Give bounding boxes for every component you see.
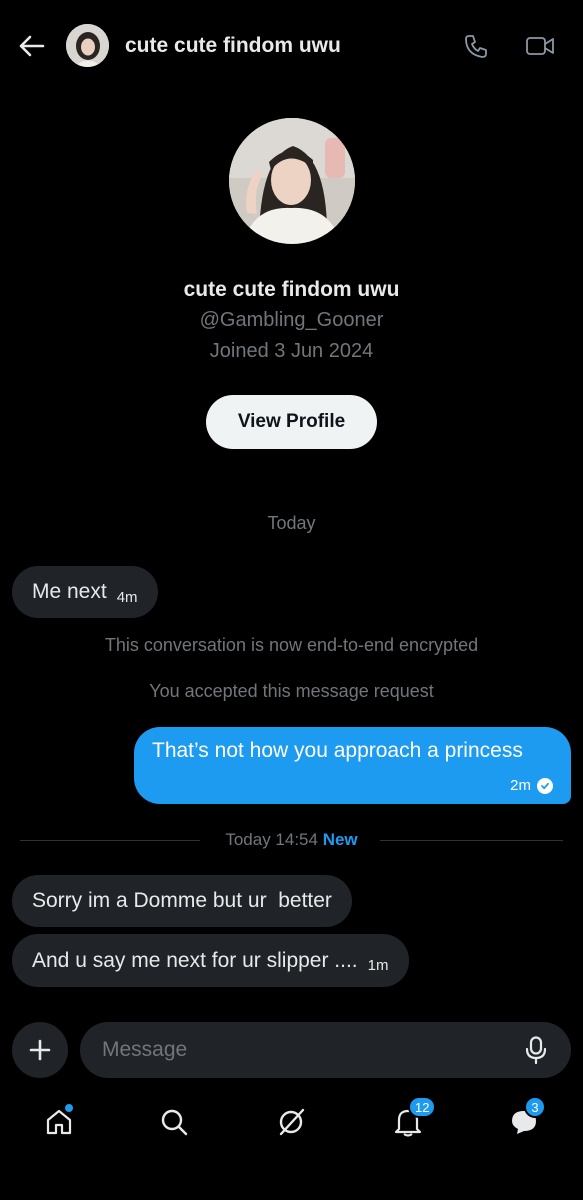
system-message-request-accepted: You accepted this message request	[149, 681, 434, 701]
divider-stamp-text: Today 14:54	[225, 830, 318, 849]
message-bubble-incoming[interactable]: And u say me next for ur slipper .... 1m	[12, 934, 409, 987]
home-unread-dot	[65, 1104, 73, 1112]
message-text: Sorry im a Domme but ur better	[32, 889, 332, 912]
divider-timestamp: Today 14:54 New	[219, 830, 364, 849]
message-text: That’s not how you approach a princess	[152, 739, 523, 762]
divider-label: Today 14:54 New	[20, 830, 563, 850]
video-camera-icon[interactable]	[522, 30, 558, 62]
message-time: 2m	[510, 777, 531, 794]
notifications-badge: 12	[408, 1096, 437, 1118]
notifications-bell-icon[interactable]: 12	[388, 1096, 437, 1142]
seen-check-icon	[537, 777, 553, 794]
avatar[interactable]	[66, 24, 109, 67]
add-attachment-button[interactable]	[12, 1022, 68, 1078]
profile-handle: @Gambling_Gooner	[199, 309, 384, 331]
message-time: 1m	[367, 957, 389, 974]
phone-icon[interactable]	[460, 30, 492, 62]
message-text: And u say me next for ur slipper ....	[32, 948, 358, 972]
new-label: New	[322, 830, 358, 849]
message-bubble-incoming[interactable]: Me next 4m	[12, 566, 158, 618]
profile-avatar[interactable]	[229, 118, 355, 244]
profile-joined-date: Joined 3 Jun 2024	[209, 340, 374, 362]
new-messages-divider: Today 14:54 New	[20, 829, 563, 851]
messages-icon[interactable]: 3	[504, 1096, 546, 1142]
message-meta: 2m	[510, 777, 553, 794]
system-message-encrypted: This conversation is now end-to-end encr…	[104, 635, 479, 655]
search-icon[interactable]	[154, 1102, 194, 1142]
message-composer[interactable]	[80, 1022, 571, 1078]
profile-name: cute cute findom uwu	[183, 278, 400, 301]
bottom-navigation: 12 3	[0, 1092, 583, 1152]
conversation-header: cute cute findom uwu	[0, 0, 583, 92]
plus-icon	[29, 1039, 51, 1061]
back-arrow-icon[interactable]	[16, 30, 48, 62]
message-bubble-outgoing[interactable]: That’s not how you approach a princess 2…	[134, 727, 571, 804]
conversation-title[interactable]: cute cute findom uwu	[125, 34, 341, 58]
message-text: Me next	[32, 580, 107, 603]
message-bubble-incoming[interactable]: Sorry im a Domme but ur better	[12, 875, 352, 927]
view-profile-button[interactable]: View Profile	[206, 395, 377, 449]
day-separator: Today	[267, 513, 316, 533]
messages-badge: 3	[524, 1096, 546, 1118]
microphone-icon[interactable]	[521, 1035, 551, 1065]
home-icon[interactable]	[39, 1102, 79, 1142]
message-time: 4m	[116, 588, 138, 606]
grok-icon[interactable]	[271, 1102, 311, 1142]
message-input[interactable]	[102, 1038, 502, 1062]
